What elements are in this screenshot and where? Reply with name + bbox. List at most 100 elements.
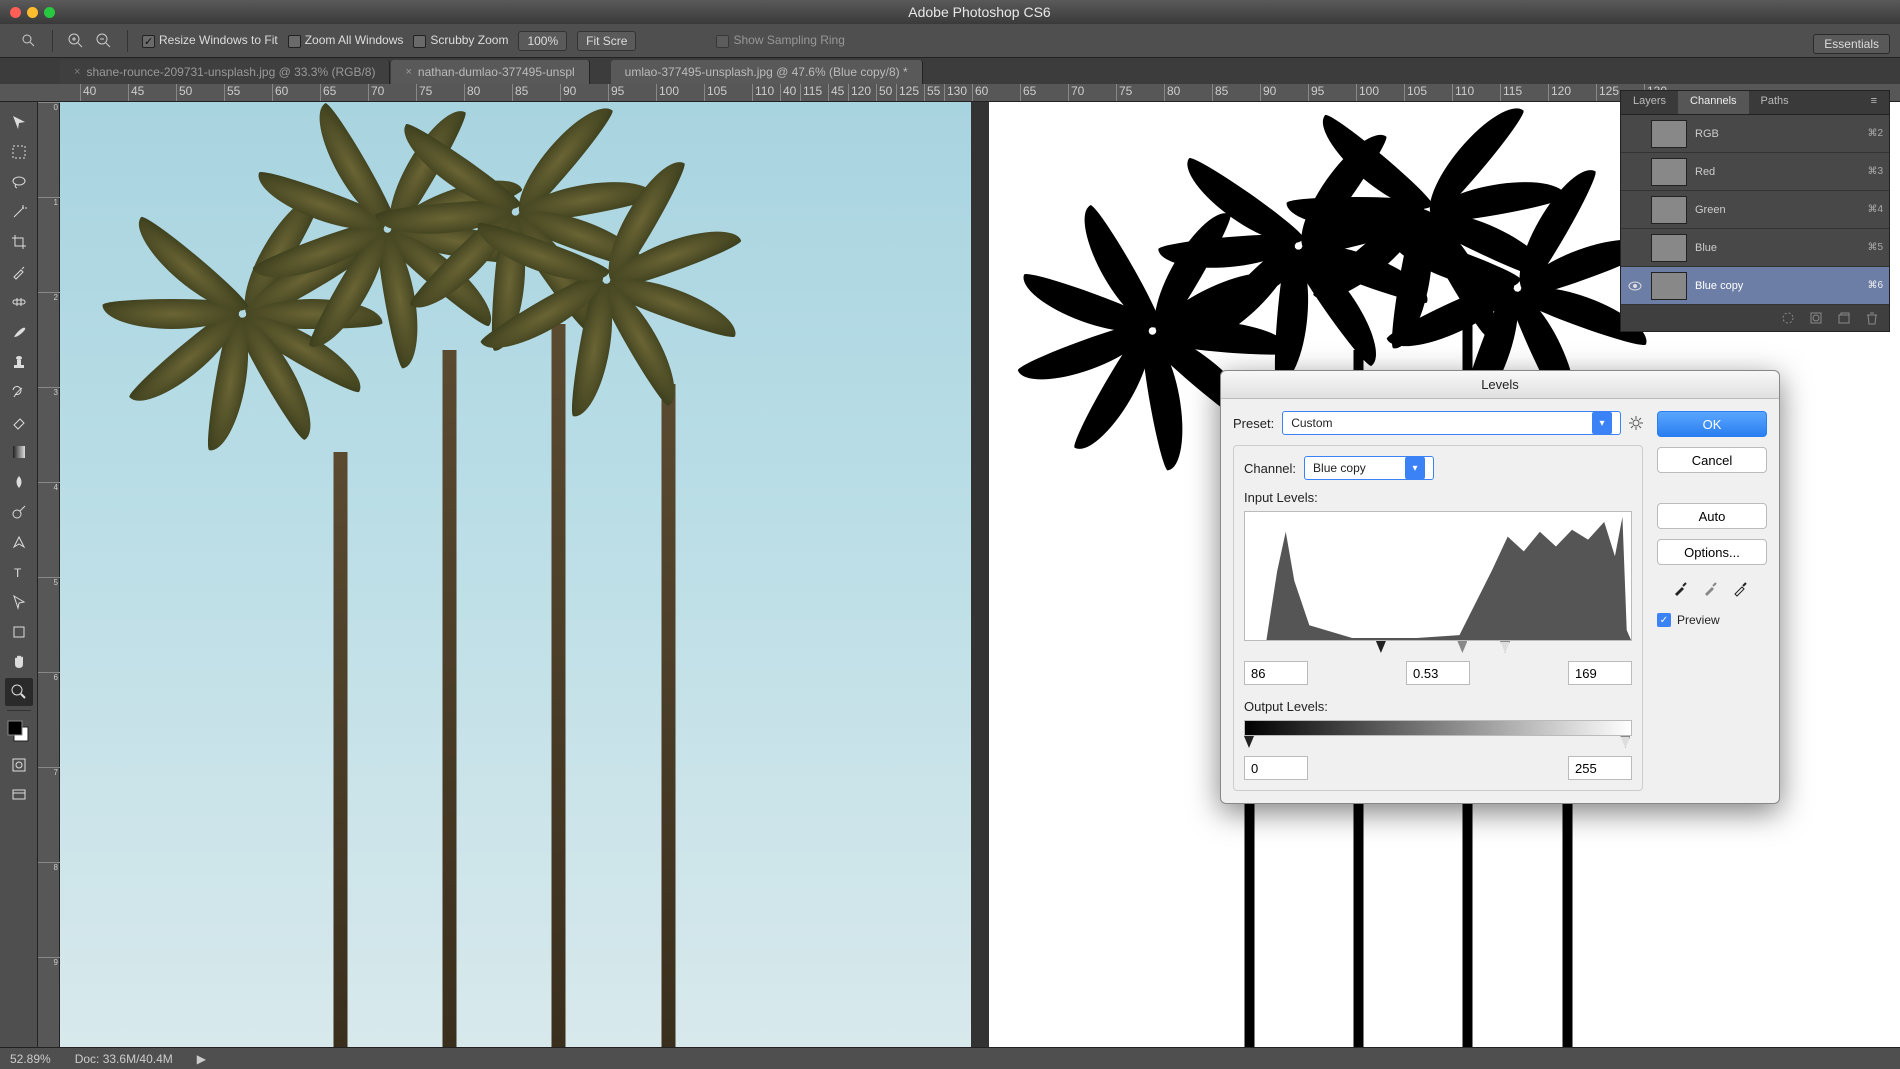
- visibility-icon[interactable]: [1627, 278, 1643, 294]
- channel-shortcut: ⌘5: [1867, 242, 1883, 253]
- zoom-in-icon[interactable]: [67, 32, 85, 50]
- minimise-window-icon[interactable]: [27, 7, 38, 18]
- move-tool-icon[interactable]: [5, 108, 33, 136]
- quickmask-icon[interactable]: [5, 751, 33, 779]
- channel-row[interactable]: Red⌘3: [1621, 153, 1889, 191]
- preset-label: Preset:: [1233, 416, 1274, 431]
- options-button[interactable]: Options...: [1657, 539, 1767, 565]
- tool-preset-icon[interactable]: [20, 32, 38, 50]
- visibility-icon[interactable]: [1627, 126, 1643, 142]
- resize-windows-checkbox[interactable]: Resize Windows to Fit: [142, 33, 278, 47]
- status-play-icon[interactable]: ▶: [197, 1052, 206, 1066]
- cancel-button[interactable]: Cancel: [1657, 447, 1767, 473]
- channel-row[interactable]: RGB⌘2: [1621, 115, 1889, 153]
- document-tab-2[interactable]: × nathan-dumlao-377495-unspl: [391, 60, 589, 84]
- tab-layers[interactable]: Layers: [1621, 91, 1678, 114]
- preview-checkbox[interactable]: ✓: [1657, 613, 1671, 627]
- white-point-slider[interactable]: [1500, 641, 1510, 653]
- path-select-tool-icon[interactable]: [5, 588, 33, 616]
- zoom-pct-field[interactable]: 100%: [518, 31, 567, 51]
- fit-screen-button[interactable]: Fit Scre: [577, 31, 636, 51]
- gear-icon[interactable]: [1629, 416, 1643, 430]
- zoom-window-icon[interactable]: [44, 7, 55, 18]
- panel-menu-icon[interactable]: ≡: [1859, 91, 1889, 114]
- close-icon[interactable]: ×: [405, 66, 411, 78]
- toolbox: T: [0, 102, 38, 1047]
- gradient-tool-icon[interactable]: [5, 438, 33, 466]
- workspace-switcher[interactable]: Essentials: [1813, 34, 1890, 54]
- document-tab-1[interactable]: × shane-rounce-209731-unsplash.jpg @ 33.…: [60, 60, 390, 84]
- output-black-input[interactable]: [1244, 756, 1308, 780]
- tab-paths[interactable]: Paths: [1749, 91, 1801, 114]
- visibility-icon[interactable]: [1627, 164, 1643, 180]
- output-white-input[interactable]: [1568, 756, 1632, 780]
- healing-tool-icon[interactable]: [5, 288, 33, 316]
- marquee-tool-icon[interactable]: [5, 138, 33, 166]
- ok-button[interactable]: OK: [1657, 411, 1767, 437]
- auto-button[interactable]: Auto: [1657, 503, 1767, 529]
- zoom-all-checkbox[interactable]: Zoom All Windows: [288, 33, 404, 47]
- black-point-input[interactable]: [1244, 661, 1308, 685]
- gamma-input[interactable]: [1406, 661, 1470, 685]
- zoom-out-icon[interactable]: [95, 32, 113, 50]
- wand-tool-icon[interactable]: [5, 198, 33, 226]
- close-window-icon[interactable]: [10, 7, 21, 18]
- channel-thumbnail: [1651, 158, 1687, 186]
- pen-tool-icon[interactable]: [5, 528, 33, 556]
- crop-tool-icon[interactable]: [5, 228, 33, 256]
- output-slider[interactable]: [1244, 738, 1632, 748]
- close-icon[interactable]: ×: [74, 66, 80, 78]
- hand-tool-icon[interactable]: [5, 648, 33, 676]
- save-selection-icon[interactable]: [1809, 311, 1823, 325]
- brush-tool-icon[interactable]: [5, 318, 33, 346]
- visibility-icon[interactable]: [1627, 202, 1643, 218]
- type-tool-icon[interactable]: T: [5, 558, 33, 586]
- delete-channel-icon[interactable]: [1865, 311, 1879, 325]
- channel-row[interactable]: Blue copy⌘6: [1621, 267, 1889, 305]
- channels-panel: Layers Channels Paths ≡ RGB⌘2Red⌘3Green⌘…: [1620, 90, 1890, 332]
- histogram: [1244, 511, 1632, 641]
- black-eyedropper-icon[interactable]: [1672, 579, 1692, 599]
- black-point-slider[interactable]: [1376, 641, 1386, 653]
- tab-channels[interactable]: Channels: [1678, 91, 1748, 114]
- stamp-tool-icon[interactable]: [5, 348, 33, 376]
- channel-label: Channel:: [1244, 461, 1296, 476]
- channel-row[interactable]: Blue⌘5: [1621, 229, 1889, 267]
- visibility-icon[interactable]: [1627, 240, 1643, 256]
- load-selection-icon[interactable]: [1781, 311, 1795, 325]
- dodge-tool-icon[interactable]: [5, 498, 33, 526]
- eyedropper-tool-icon[interactable]: [5, 258, 33, 286]
- sampling-ring-checkbox[interactable]: Show Sampling Ring: [716, 33, 844, 47]
- scrubby-zoom-checkbox[interactable]: Scrubby Zoom: [413, 33, 508, 47]
- chevron-down-icon: ▾: [1592, 412, 1612, 434]
- output-white-slider[interactable]: [1620, 736, 1630, 748]
- document-tab-3[interactable]: umlao-377495-unsplash.jpg @ 47.6% (Blue …: [611, 60, 923, 84]
- right-panels: Layers Channels Paths ≡ RGB⌘2Red⌘3Green⌘…: [1620, 90, 1890, 340]
- eraser-tool-icon[interactable]: [5, 408, 33, 436]
- tab-title: umlao-377495-unsplash.jpg @ 47.6% (Blue …: [625, 65, 908, 79]
- blur-tool-icon[interactable]: [5, 468, 33, 496]
- lasso-tool-icon[interactable]: [5, 168, 33, 196]
- channel-thumbnail: [1651, 196, 1687, 224]
- shape-tool-icon[interactable]: [5, 618, 33, 646]
- input-slider[interactable]: [1244, 643, 1632, 653]
- document-view-left[interactable]: [60, 102, 971, 1047]
- levels-dialog[interactable]: Levels Preset: Custom ▾ Channel: Blue co…: [1220, 370, 1780, 804]
- channel-row[interactable]: Green⌘4: [1621, 191, 1889, 229]
- tab-title: shane-rounce-209731-unsplash.jpg @ 33.3%…: [86, 65, 375, 79]
- white-point-input[interactable]: [1568, 661, 1632, 685]
- color-swatches[interactable]: [5, 715, 33, 749]
- zoom-tool-icon[interactable]: [5, 678, 33, 706]
- channel-thumbnail: [1651, 272, 1687, 300]
- history-brush-tool-icon[interactable]: [5, 378, 33, 406]
- screenmode-icon[interactable]: [5, 781, 33, 809]
- preset-select[interactable]: Custom ▾: [1282, 411, 1621, 435]
- white-eyedropper-icon[interactable]: [1732, 579, 1752, 599]
- gray-eyedropper-icon[interactable]: [1702, 579, 1722, 599]
- new-channel-icon[interactable]: [1837, 311, 1851, 325]
- channel-shortcut: ⌘6: [1867, 280, 1883, 291]
- output-black-slider[interactable]: [1244, 736, 1254, 748]
- channel-select[interactable]: Blue copy ▾: [1304, 456, 1434, 480]
- gamma-slider[interactable]: [1457, 641, 1467, 653]
- status-zoom[interactable]: 52.89%: [10, 1052, 51, 1066]
